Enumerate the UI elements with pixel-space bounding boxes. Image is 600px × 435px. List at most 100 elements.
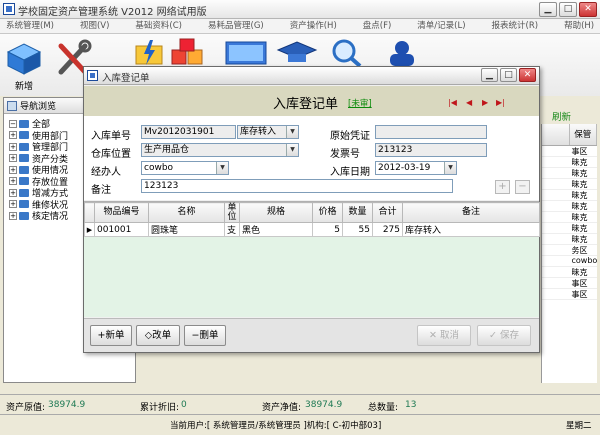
expand-icon[interactable]: + — [9, 211, 17, 220]
last-record-icon[interactable]: ▶| — [496, 98, 505, 107]
asset-grid-row[interactable]: 务区 — [542, 245, 597, 256]
menu-consumables[interactable]: 易耗品管理(G) — [202, 19, 270, 33]
col-header-qty[interactable]: 数量 — [342, 202, 373, 223]
menu-basic-data[interactable]: 基础资料(C) — [129, 19, 188, 33]
toolbar-new-button[interactable]: 新增 — [2, 38, 46, 92]
date-picker[interactable]: 2012-03-19 ▼ — [375, 161, 457, 175]
handler-select[interactable]: cowbo ▼ — [141, 161, 229, 175]
menu-help[interactable]: 帮助(H) — [558, 19, 600, 33]
expand-icon[interactable]: + — [9, 142, 17, 151]
asset-grid-cell-blank — [542, 146, 570, 156]
asset-grid-row[interactable]: 昧克 — [542, 190, 597, 201]
asset-grid-row[interactable]: 事区 — [542, 289, 597, 300]
col-header-keeper[interactable]: 保管 — [570, 124, 597, 145]
expand-icon[interactable]: − — [9, 119, 17, 128]
dropdown-arrow-icon[interactable]: ▼ — [444, 162, 456, 174]
asset-grid-cell-keeper: 昧克 — [571, 213, 588, 222]
dropdown-arrow-icon[interactable]: ▼ — [286, 144, 298, 156]
cell-unit[interactable]: 支 — [224, 222, 240, 237]
menu-view[interactable]: 视图(V) — [74, 19, 115, 33]
expand-icon[interactable]: + — [9, 131, 17, 140]
menu-system[interactable]: 系统管理(M) — [0, 19, 60, 33]
menu-inventory[interactable]: 盘点(F) — [357, 19, 398, 33]
asset-grid-row[interactable]: 昧克 — [542, 168, 597, 179]
cell-qty[interactable]: 55 — [342, 222, 373, 237]
cancel-button[interactable]: ✕ 取消 — [417, 325, 471, 346]
minimize-button[interactable]: ▁ — [539, 2, 557, 17]
next-record-icon[interactable]: ▶ — [482, 98, 488, 107]
cell-spec[interactable]: 黑色 — [239, 222, 313, 237]
warehouse-label: 仓库位置 — [91, 149, 131, 160]
expand-icon[interactable]: + — [9, 177, 17, 186]
expand-icon[interactable]: + — [9, 154, 17, 163]
remark-field[interactable]: 123123 — [141, 179, 453, 193]
stock-in-dialog: 入库登记单 ▁ □ ✕ 入库登记单 [未审] |◀ ◀ ▶ ▶| 入库单号 Mv… — [83, 66, 540, 353]
add-row-button[interactable]: + — [495, 180, 510, 194]
audit-status-link[interactable]: [未审] — [348, 97, 372, 109]
dialog-logo-icon — [87, 70, 98, 81]
date-label: 入库日期 — [330, 167, 370, 178]
asset-grid-row[interactable]: cowbo — [542, 256, 597, 267]
col-header-price[interactable]: 价格 — [312, 202, 343, 223]
expand-icon[interactable]: + — [9, 188, 17, 197]
delete-receipt-button[interactable]: −删单 — [184, 325, 226, 346]
asset-grid-row[interactable]: 昧克 — [542, 212, 597, 223]
invoice-field[interactable]: 213123 — [375, 143, 487, 157]
cell-remark[interactable]: 库存转入 — [402, 222, 540, 237]
asset-grid-cell-keeper: 事区 — [571, 290, 588, 299]
menu-reports[interactable]: 报表统计(R) — [486, 19, 545, 33]
col-header-item-code[interactable]: 物品编号 — [94, 202, 149, 223]
dropdown-arrow-icon[interactable]: ▼ — [286, 126, 298, 138]
maximize-button[interactable]: □ — [559, 2, 577, 17]
original-voucher-field[interactable] — [375, 125, 487, 139]
asset-grid-cell-blank — [542, 179, 570, 189]
new-receipt-button[interactable]: +新单 — [90, 325, 132, 346]
cell-total[interactable]: 275 — [372, 222, 403, 237]
graduation-cap-icon — [276, 41, 318, 62]
dialog-titlebar[interactable]: 入库登记单 ▁ □ ✕ — [84, 67, 539, 85]
asset-grid-cell-blank — [542, 267, 570, 277]
dialog-maximize-button[interactable]: □ — [500, 68, 517, 82]
receipt-type-select[interactable]: 库存转入 ▼ — [237, 125, 299, 139]
menu-lists[interactable]: 清单/记录(L) — [411, 19, 471, 33]
asset-grid-row[interactable]: 事区 — [542, 146, 597, 157]
save-button[interactable]: ✓ 保存 — [477, 325, 531, 346]
expand-icon[interactable]: + — [9, 200, 17, 209]
asset-grid-row[interactable]: 昧克 — [542, 267, 597, 278]
menu-asset-ops[interactable]: 资产操作(H) — [284, 19, 343, 33]
col-header-total[interactable]: 合计 — [372, 202, 403, 223]
prev-record-icon[interactable]: ◀ — [466, 98, 472, 107]
refresh-link[interactable]: 刷新 — [552, 109, 571, 123]
cell-item-code[interactable]: 001001 — [94, 222, 149, 237]
asset-grid-row[interactable]: 昧克 — [542, 179, 597, 190]
receipt-no-field[interactable]: Mv2012031901 — [141, 125, 236, 139]
asset-grid-cell-blank — [542, 245, 570, 255]
asset-grid-row[interactable]: 事区 — [542, 278, 597, 289]
asset-grid-row[interactable]: 昧克 — [542, 201, 597, 212]
asset-grid-row[interactable]: 昧克 — [542, 157, 597, 168]
col-header-name[interactable]: 名称 — [148, 202, 225, 223]
asset-grid-row[interactable]: 昧克 — [542, 223, 597, 234]
asset-grid-cell-keeper: 昧克 — [571, 191, 588, 200]
cell-price[interactable]: 5 — [312, 222, 343, 237]
first-record-icon[interactable]: |◀ — [448, 98, 457, 107]
col-header-spec[interactable]: 规格 — [239, 202, 313, 223]
cell-name[interactable]: 圆珠笔 — [148, 222, 225, 237]
dialog-close-button[interactable]: ✕ — [519, 68, 536, 82]
original-value-label: 资产原值: — [6, 403, 46, 413]
col-header-unit[interactable]: 单位 — [224, 202, 240, 223]
asset-grid-row[interactable]: 昧克 — [542, 234, 597, 245]
dialog-minimize-button[interactable]: ▁ — [481, 68, 498, 82]
folder-icon — [19, 119, 29, 128]
app-titlebar: 学校固定资产管理系统 V2012 网络试用版 ▁ □ ✕ — [0, 0, 600, 19]
expand-icon[interactable]: + — [9, 165, 17, 174]
edit-receipt-button[interactable]: ◇改单 — [136, 325, 180, 346]
warehouse-value: 生产用品仓 — [144, 145, 190, 155]
save-label: 保存 — [499, 330, 519, 341]
col-header-remark[interactable]: 备注 — [402, 202, 540, 223]
dropdown-arrow-icon[interactable]: ▼ — [216, 162, 228, 174]
remove-row-button[interactable]: − — [515, 180, 530, 194]
warehouse-select[interactable]: 生产用品仓 ▼ — [141, 143, 299, 157]
close-button[interactable]: ✕ — [579, 2, 597, 17]
table-row[interactable]: ▶ 001001 圆珠笔 支 黑色 5 55 275 库存转入 — [84, 222, 540, 237]
